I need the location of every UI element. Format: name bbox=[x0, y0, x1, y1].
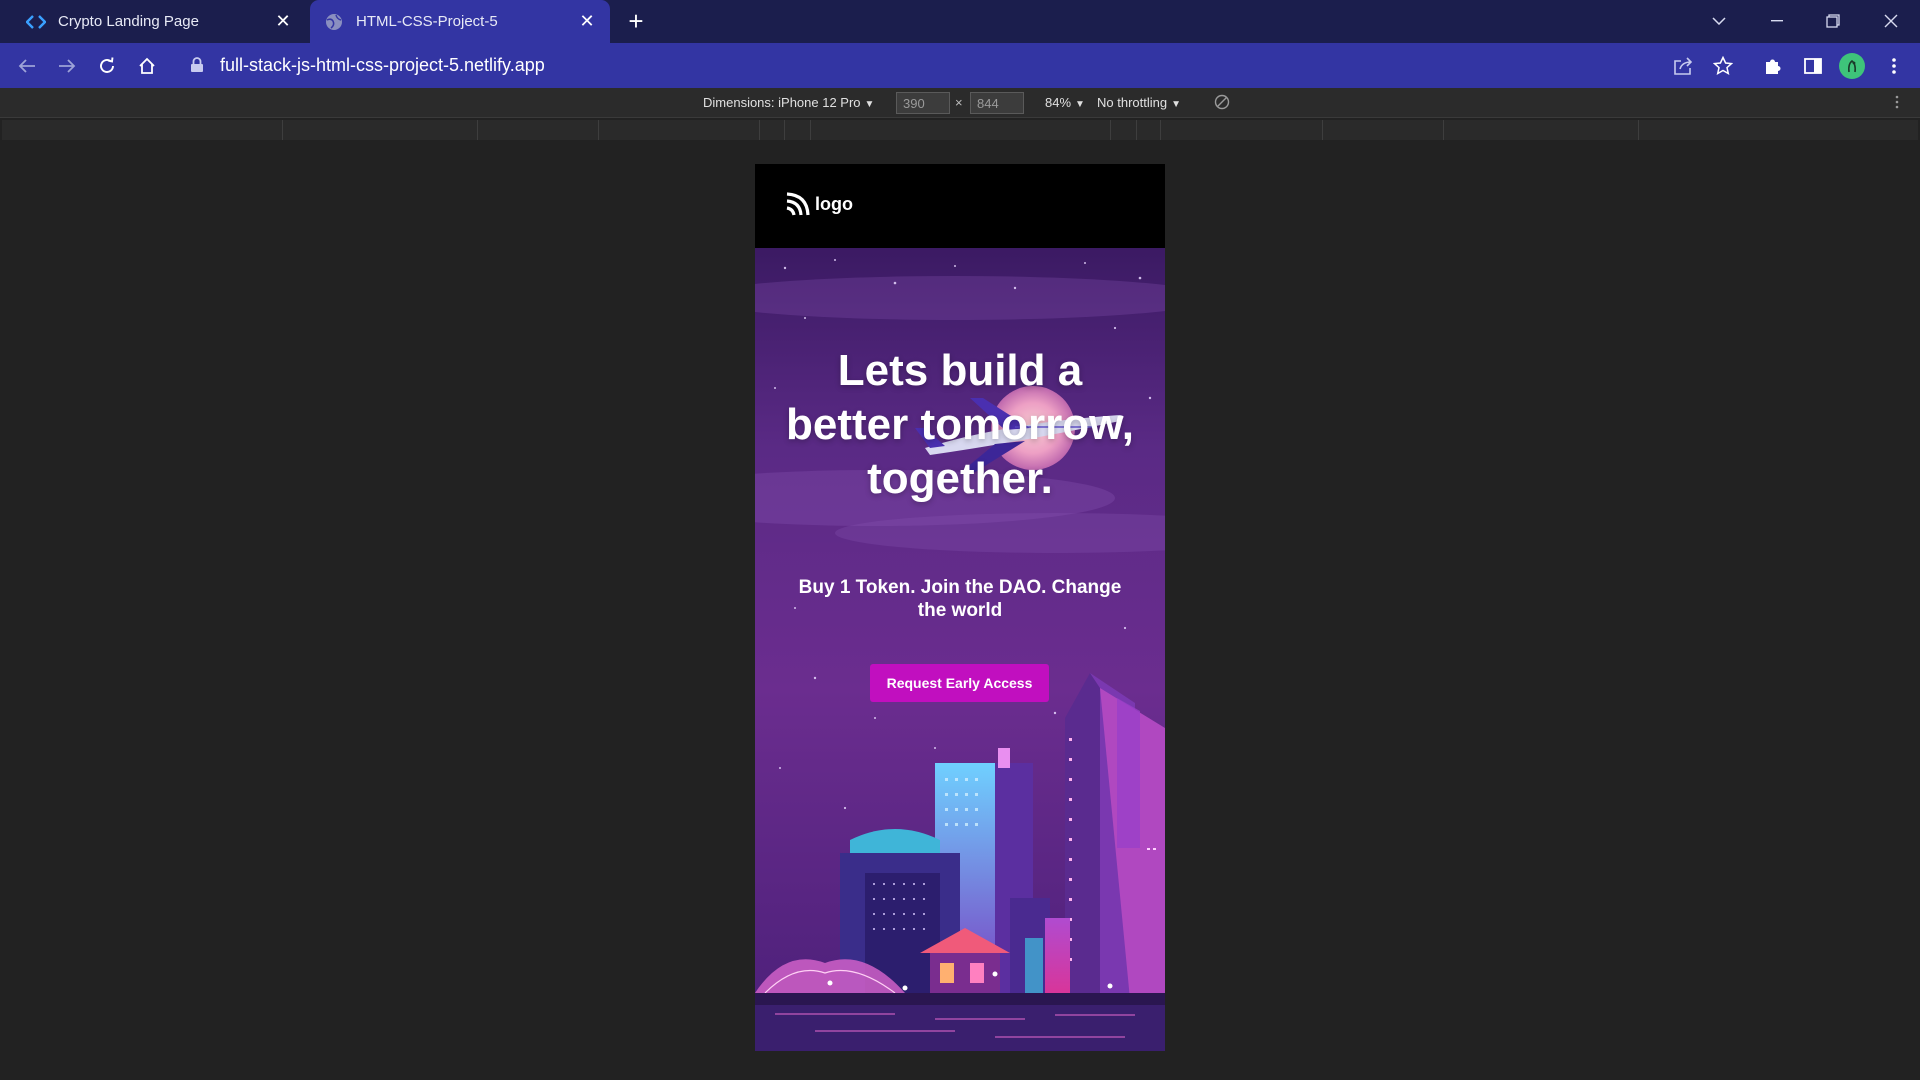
hero-section: Lets build a better tomorrow, together. … bbox=[755, 248, 1165, 1051]
browser-menu-icon[interactable] bbox=[1879, 51, 1909, 81]
tab-search-chevron-icon[interactable] bbox=[1704, 6, 1734, 36]
media-query-segment[interactable] bbox=[282, 120, 283, 140]
forward-arrow-icon[interactable] bbox=[52, 51, 82, 81]
tab-html-css-project-5[interactable]: HTML-CSS-Project-5 ✕ bbox=[310, 0, 610, 43]
media-query-segment[interactable] bbox=[1110, 120, 1111, 140]
site-logo[interactable]: logo bbox=[785, 191, 853, 217]
share-icon[interactable] bbox=[1668, 51, 1698, 81]
caret-down-icon: ▼ bbox=[864, 99, 875, 110]
request-early-access-button[interactable]: Request Early Access bbox=[870, 664, 1049, 702]
device-dimensions-label: Dimensions: iPhone 12 Pro bbox=[703, 95, 861, 110]
media-query-segment[interactable] bbox=[598, 120, 599, 140]
device-dimensions-select[interactable]: Dimensions: iPhone 12 Pro ▼ bbox=[703, 95, 874, 110]
zoom-value: 84% bbox=[1045, 95, 1072, 110]
extensions-puzzle-icon[interactable] bbox=[1758, 51, 1788, 81]
rotate-icon[interactable] bbox=[1214, 94, 1230, 113]
side-panel-icon[interactable] bbox=[1798, 51, 1828, 81]
home-icon[interactable] bbox=[132, 51, 162, 81]
media-query-segment[interactable] bbox=[1160, 120, 1161, 140]
media-query-segment[interactable] bbox=[1443, 120, 1444, 140]
back-arrow-icon[interactable] bbox=[12, 51, 42, 81]
new-tab-button[interactable]: + bbox=[622, 8, 650, 36]
throttling-select[interactable]: No throttling ▼ bbox=[1097, 95, 1181, 110]
logo-text: logo bbox=[815, 193, 853, 214]
minimize-icon[interactable] bbox=[1762, 6, 1792, 36]
media-query-segment[interactable] bbox=[810, 120, 811, 140]
media-query-segment[interactable] bbox=[759, 120, 760, 140]
media-query-bar[interactable] bbox=[2, 120, 1918, 140]
close-window-icon[interactable] bbox=[1876, 6, 1906, 36]
caret-down-icon: ▼ bbox=[1075, 99, 1085, 110]
address-bar[interactable]: full-stack-js-html-css-project-5.netlify… bbox=[176, 46, 1726, 84]
zoom-select[interactable]: 84% ▼ bbox=[1045, 95, 1085, 110]
globe-icon bbox=[324, 12, 344, 32]
hero-title: Lets build a better tomorrow, together. bbox=[786, 346, 1134, 503]
tab-title: HTML-CSS-Project-5 bbox=[356, 13, 498, 30]
media-query-segment[interactable] bbox=[477, 120, 478, 140]
code-brackets-icon bbox=[26, 12, 46, 32]
device-viewport: logo Lets build a better tomorrow, toget… bbox=[755, 164, 1165, 1051]
throttling-value: No throttling bbox=[1097, 95, 1168, 110]
media-query-segment[interactable] bbox=[784, 120, 785, 140]
restore-icon[interactable] bbox=[1818, 6, 1848, 36]
url-text: full-stack-js-html-css-project-5.netlify… bbox=[220, 54, 545, 75]
profile-avatar[interactable] bbox=[1839, 53, 1865, 79]
hero-subtitle: Buy 1 Token. Join the DAO. Change the wo… bbox=[798, 577, 1122, 621]
media-query-segment[interactable] bbox=[1638, 120, 1639, 140]
device-toolbar-menu-icon[interactable] bbox=[1895, 95, 1899, 112]
browser-toolbar: full-stack-js-html-css-project-5.netlify… bbox=[0, 43, 1920, 88]
media-query-segment[interactable] bbox=[1136, 120, 1137, 140]
bookmark-star-icon[interactable] bbox=[1708, 51, 1738, 81]
dimension-separator: × bbox=[955, 95, 963, 110]
viewport-width-input[interactable] bbox=[896, 92, 950, 114]
tab-crypto-landing-page[interactable]: Crypto Landing Page ✕ bbox=[12, 0, 306, 43]
tab-strip: Crypto Landing Page ✕ HTML-CSS-Project-5… bbox=[0, 0, 1920, 43]
viewport-height-input[interactable] bbox=[970, 92, 1024, 114]
lock-icon[interactable] bbox=[190, 57, 206, 73]
close-tab-icon[interactable]: ✕ bbox=[576, 11, 598, 33]
tab-title: Crypto Landing Page bbox=[58, 13, 199, 30]
rss-wave-icon bbox=[786, 192, 810, 216]
close-tab-icon[interactable]: ✕ bbox=[272, 11, 294, 33]
device-toolbar: Dimensions: iPhone 12 Pro▼ × 84%▼ No thr… bbox=[0, 88, 1920, 118]
site-header: logo bbox=[755, 164, 1165, 248]
media-query-segment[interactable] bbox=[1322, 120, 1323, 140]
caret-down-icon: ▼ bbox=[1171, 99, 1181, 110]
reload-icon[interactable] bbox=[92, 51, 122, 81]
